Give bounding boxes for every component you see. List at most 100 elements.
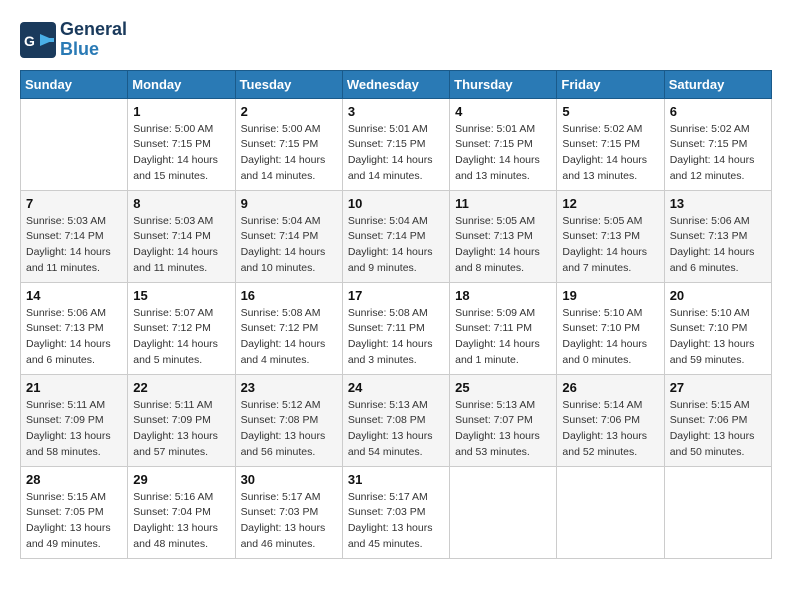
day-info: Sunrise: 5:09 AMSunset: 7:11 PMDaylight:…: [455, 306, 551, 369]
day-number: 27: [670, 380, 766, 395]
day-cell: 19 Sunrise: 5:10 AMSunset: 7:10 PMDayligh…: [557, 282, 664, 374]
day-info: Sunrise: 5:01 AMSunset: 7:15 PMDaylight:…: [455, 122, 551, 185]
col-header-wednesday: Wednesday: [342, 70, 449, 98]
day-number: 10: [348, 196, 444, 211]
day-cell: [450, 466, 557, 558]
day-cell: [664, 466, 771, 558]
day-number: 28: [26, 472, 122, 487]
day-info: Sunrise: 5:13 AMSunset: 7:08 PMDaylight:…: [348, 398, 444, 461]
day-info: Sunrise: 5:13 AMSunset: 7:07 PMDaylight:…: [455, 398, 551, 461]
logo-icon: G: [20, 22, 56, 58]
day-number: 14: [26, 288, 122, 303]
day-number: 23: [241, 380, 337, 395]
day-number: 6: [670, 104, 766, 119]
day-number: 3: [348, 104, 444, 119]
day-cell: 15Sunrise: 5:07 AMSunset: 7:12 PMDayligh…: [128, 282, 235, 374]
day-info: Sunrise: 5:00 AMSunset: 7:15 PMDaylight:…: [133, 122, 229, 185]
day-number: 1: [133, 104, 229, 119]
header-row: SundayMondayTuesdayWednesdayThursdayFrid…: [21, 70, 772, 98]
day-cell: 31 Sunrise: 5:17 AMSunset: 7:03 PMDayligh…: [342, 466, 449, 558]
day-info: Sunrise: 5:02 AMSunset: 7:15 PMDaylight:…: [670, 122, 766, 185]
day-info: Sunrise: 5:16 AMSunset: 7:04 PMDaylight:…: [133, 490, 229, 553]
day-info: Sunrise: 5:05 AMSunset: 7:13 PMDaylight:…: [455, 214, 551, 277]
day-info: Sunrise: 5:11 AMSunset: 7:09 PMDaylight:…: [26, 398, 122, 461]
svg-text:G: G: [24, 33, 35, 49]
day-number: 31: [348, 472, 444, 487]
day-number: 17: [348, 288, 444, 303]
day-cell: 22 Sunrise: 5:11 AMSunset: 7:09 PMDayligh…: [128, 374, 235, 466]
day-info: Sunrise: 5:11 AMSunset: 7:09 PMDaylight:…: [133, 398, 229, 461]
day-number: 16: [241, 288, 337, 303]
day-number: 13: [670, 196, 766, 211]
logo-name-blue: Blue: [60, 40, 127, 60]
col-header-sunday: Sunday: [21, 70, 128, 98]
day-cell: 12 Sunrise: 5:05 AMSunset: 7:13 PMDayligh…: [557, 190, 664, 282]
day-number: 26: [562, 380, 658, 395]
day-cell: 6 Sunrise: 5:02 AMSunset: 7:15 PMDaylight…: [664, 98, 771, 190]
day-cell: 23 Sunrise: 5:12 AMSunset: 7:08 PMDayligh…: [235, 374, 342, 466]
day-cell: 13 Sunrise: 5:06 AMSunset: 7:13 PMDayligh…: [664, 190, 771, 282]
day-info: Sunrise: 5:03 AMSunset: 7:14 PMDaylight:…: [26, 214, 122, 277]
logo-text: G General Blue: [20, 20, 127, 60]
day-number: 22: [133, 380, 229, 395]
day-info: Sunrise: 5:03 AMSunset: 7:14 PMDaylight:…: [133, 214, 229, 277]
col-header-thursday: Thursday: [450, 70, 557, 98]
day-number: 8: [133, 196, 229, 211]
day-number: 2: [241, 104, 337, 119]
day-info: Sunrise: 5:01 AMSunset: 7:15 PMDaylight:…: [348, 122, 444, 185]
week-row-1: 1 Sunrise: 5:00 AMSunset: 7:15 PMDaylight…: [21, 98, 772, 190]
day-info: Sunrise: 5:05 AMSunset: 7:13 PMDaylight:…: [562, 214, 658, 277]
day-cell: 30Sunrise: 5:17 AMSunset: 7:03 PMDayligh…: [235, 466, 342, 558]
day-info: Sunrise: 5:10 AMSunset: 7:10 PMDaylight:…: [562, 306, 658, 369]
day-cell: 24 Sunrise: 5:13 AMSunset: 7:08 PMDayligh…: [342, 374, 449, 466]
day-info: Sunrise: 5:14 AMSunset: 7:06 PMDaylight:…: [562, 398, 658, 461]
week-row-2: 7Sunrise: 5:03 AMSunset: 7:14 PMDaylight…: [21, 190, 772, 282]
day-info: Sunrise: 5:06 AMSunset: 7:13 PMDaylight:…: [26, 306, 122, 369]
col-header-tuesday: Tuesday: [235, 70, 342, 98]
day-info: Sunrise: 5:08 AMSunset: 7:11 PMDaylight:…: [348, 306, 444, 369]
day-cell: 11 Sunrise: 5:05 AMSunset: 7:13 PMDayligh…: [450, 190, 557, 282]
week-row-3: 14 Sunrise: 5:06 AMSunset: 7:13 PMDayligh…: [21, 282, 772, 374]
day-number: 11: [455, 196, 551, 211]
calendar-table: SundayMondayTuesdayWednesdayThursdayFrid…: [20, 70, 772, 559]
day-cell: 25Sunrise: 5:13 AMSunset: 7:07 PMDayligh…: [450, 374, 557, 466]
day-info: Sunrise: 5:04 AMSunset: 7:14 PMDaylight:…: [241, 214, 337, 277]
day-info: Sunrise: 5:10 AMSunset: 7:10 PMDaylight:…: [670, 306, 766, 369]
day-cell: 20Sunrise: 5:10 AMSunset: 7:10 PMDayligh…: [664, 282, 771, 374]
col-header-monday: Monday: [128, 70, 235, 98]
day-number: 30: [241, 472, 337, 487]
day-info: Sunrise: 5:17 AMSunset: 7:03 PMDaylight:…: [348, 490, 444, 553]
calendar-body: 1 Sunrise: 5:00 AMSunset: 7:15 PMDaylight…: [21, 98, 772, 558]
day-cell: 3 Sunrise: 5:01 AMSunset: 7:15 PMDaylight…: [342, 98, 449, 190]
day-cell: 17 Sunrise: 5:08 AMSunset: 7:11 PMDayligh…: [342, 282, 449, 374]
day-info: Sunrise: 5:04 AMSunset: 7:14 PMDaylight:…: [348, 214, 444, 277]
day-cell: 27 Sunrise: 5:15 AMSunset: 7:06 PMDayligh…: [664, 374, 771, 466]
day-number: 24: [348, 380, 444, 395]
week-row-4: 21 Sunrise: 5:11 AMSunset: 7:09 PMDayligh…: [21, 374, 772, 466]
day-cell: 26 Sunrise: 5:14 AMSunset: 7:06 PMDayligh…: [557, 374, 664, 466]
day-cell: 29 Sunrise: 5:16 AMSunset: 7:04 PMDayligh…: [128, 466, 235, 558]
day-cell: 7Sunrise: 5:03 AMSunset: 7:14 PMDaylight…: [21, 190, 128, 282]
calendar-header: SundayMondayTuesdayWednesdayThursdayFrid…: [21, 70, 772, 98]
day-cell: 16Sunrise: 5:08 AMSunset: 7:12 PMDayligh…: [235, 282, 342, 374]
day-cell: 5Sunrise: 5:02 AMSunset: 7:15 PMDaylight…: [557, 98, 664, 190]
week-row-5: 28Sunrise: 5:15 AMSunset: 7:05 PMDayligh…: [21, 466, 772, 558]
day-cell: 4 Sunrise: 5:01 AMSunset: 7:15 PMDaylight…: [450, 98, 557, 190]
day-number: 4: [455, 104, 551, 119]
day-info: Sunrise: 5:12 AMSunset: 7:08 PMDaylight:…: [241, 398, 337, 461]
day-cell: 14 Sunrise: 5:06 AMSunset: 7:13 PMDayligh…: [21, 282, 128, 374]
day-number: 21: [26, 380, 122, 395]
day-cell: 18Sunrise: 5:09 AMSunset: 7:11 PMDayligh…: [450, 282, 557, 374]
day-cell: 8 Sunrise: 5:03 AMSunset: 7:14 PMDaylight…: [128, 190, 235, 282]
day-cell: 21 Sunrise: 5:11 AMSunset: 7:09 PMDayligh…: [21, 374, 128, 466]
day-info: Sunrise: 5:06 AMSunset: 7:13 PMDaylight:…: [670, 214, 766, 277]
day-info: Sunrise: 5:15 AMSunset: 7:06 PMDaylight:…: [670, 398, 766, 461]
col-header-friday: Friday: [557, 70, 664, 98]
day-cell: [557, 466, 664, 558]
day-number: 12: [562, 196, 658, 211]
day-number: 5: [562, 104, 658, 119]
day-number: 19: [562, 288, 658, 303]
logo-name-general: General: [60, 20, 127, 40]
day-number: 29: [133, 472, 229, 487]
day-info: Sunrise: 5:07 AMSunset: 7:12 PMDaylight:…: [133, 306, 229, 369]
